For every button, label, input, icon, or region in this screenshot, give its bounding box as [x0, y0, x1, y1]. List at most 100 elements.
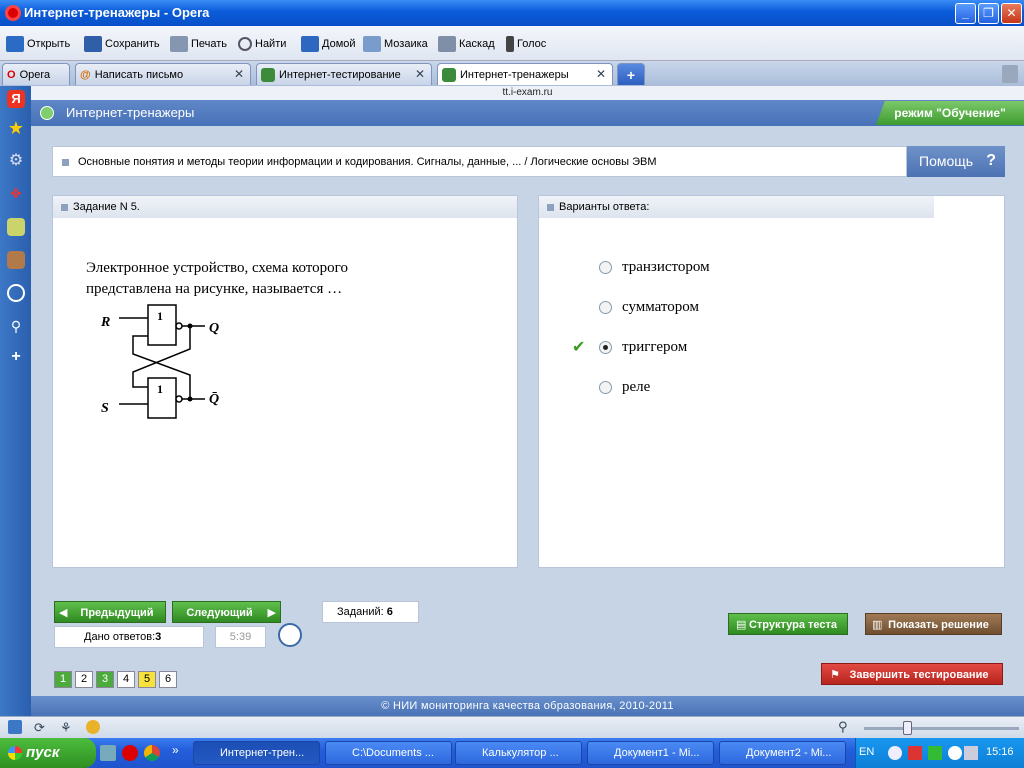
chevron-right-icon[interactable]: »	[172, 743, 179, 757]
search-icon[interactable]: ⚲	[7, 317, 25, 335]
topic-text: Основные понятия и методы теории информа…	[78, 156, 657, 168]
page-icon	[261, 67, 275, 82]
answer-option-4[interactable]: реле	[599, 377, 650, 397]
radio-button[interactable]	[599, 380, 612, 394]
unite-icon[interactable]: ⚘	[60, 720, 72, 736]
find-button[interactable]: Найти	[238, 34, 286, 54]
page-button-1[interactable]: 1	[54, 671, 72, 688]
globe-icon	[40, 106, 54, 120]
network-icon[interactable]	[964, 746, 978, 760]
maximize-button[interactable]: ❐	[978, 3, 999, 24]
bullet-icon	[62, 159, 69, 166]
page-button-4[interactable]: 4	[117, 671, 135, 688]
language-indicator[interactable]: EN	[859, 746, 874, 758]
question-panel: Задание N 5. Электронное устройство, схе…	[52, 195, 518, 568]
task-document1[interactable]: Документ1 - Mi...	[587, 741, 714, 765]
minimize-button[interactable]: _	[955, 3, 976, 24]
page-button-5[interactable]: 5	[138, 671, 156, 688]
disk-icon	[84, 36, 102, 52]
notes-icon[interactable]	[7, 218, 25, 236]
zoom-icon: ⚲	[838, 719, 848, 734]
home-button[interactable]: Домой	[301, 34, 356, 54]
page-button-3[interactable]: 3	[96, 671, 114, 688]
radio-button[interactable]	[599, 260, 612, 274]
help-button[interactable]: Помощь ?	[907, 146, 1005, 177]
open-button[interactable]: Открыть	[6, 34, 70, 54]
tray-icon[interactable]	[948, 746, 962, 760]
clock-time: 15:16	[986, 746, 1014, 758]
diagram-label-r: R	[100, 315, 110, 330]
close-tab-icon[interactable]: ✕	[234, 67, 244, 81]
tab-write-mail[interactable]: @ Написать письмо ✕	[75, 63, 251, 85]
page-button-6[interactable]: 6	[159, 671, 177, 688]
page-icon	[442, 67, 456, 82]
app-title: Интернет-тренажеры	[66, 105, 195, 120]
diagram-label-q: Q	[209, 321, 219, 336]
chrome-quicklaunch-icon[interactable]	[144, 745, 160, 761]
answer-option-2[interactable]: сумматором	[599, 297, 699, 317]
task-calculator[interactable]: Калькулятор ...	[455, 741, 582, 765]
test-structure-button[interactable]: ▤ Структура теста	[728, 613, 848, 635]
download-icon[interactable]	[928, 746, 942, 760]
history-icon[interactable]	[7, 284, 25, 302]
radio-button[interactable]	[599, 300, 612, 314]
mail-icon: @	[80, 68, 91, 81]
opera-quicklaunch-icon[interactable]	[122, 745, 138, 761]
previous-button[interactable]: ◀ Предыдущий	[54, 601, 166, 623]
zoom-slider-handle[interactable]	[903, 721, 912, 735]
close-tab-icon[interactable]: ✕	[596, 67, 606, 81]
trash-icon[interactable]	[1002, 65, 1018, 83]
tab-bar: O Opera @ Написать письмо ✕ Интернет-тестир…	[0, 61, 1024, 86]
zoom-slider-track[interactable]	[864, 727, 1019, 730]
cascade-icon	[438, 36, 456, 52]
book-icon: ▥	[872, 619, 883, 631]
arrow-right-icon: ▶	[267, 607, 276, 619]
next-button[interactable]: Следующий ▶	[172, 601, 281, 623]
arrow-left-icon: ◀	[59, 607, 68, 619]
windows-logo-icon	[8, 746, 22, 760]
tab-internet-testing[interactable]: Интернет-тестирование ✕	[256, 63, 432, 85]
voice-button[interactable]: Голос	[506, 34, 546, 54]
mosaic-button[interactable]: Мозаика	[363, 34, 428, 54]
mode-badge: режим "Обучение"	[876, 101, 1024, 125]
tray-icon[interactable]	[908, 746, 922, 760]
address-bar[interactable]: tt.i-exam.ru	[31, 86, 1024, 100]
page-button-2[interactable]: 2	[75, 671, 93, 688]
start-button[interactable]: пуск	[0, 738, 96, 768]
transfers-icon[interactable]	[7, 251, 25, 269]
gear-icon[interactable]: ⚙	[7, 152, 25, 170]
add-panel-icon[interactable]: +	[7, 348, 25, 366]
task-opera[interactable]: Интернет-трен...	[193, 741, 320, 765]
turbo-icon[interactable]	[86, 720, 100, 734]
close-tab-icon[interactable]: ✕	[415, 67, 425, 81]
save-button[interactable]: Сохранить	[84, 34, 160, 54]
tab-internet-trainers[interactable]: Интернет-тренажеры ✕	[437, 63, 613, 85]
star-icon[interactable]: ★	[7, 119, 25, 137]
panel-toggle-icon[interactable]	[8, 720, 22, 734]
list-icon: ▤	[736, 619, 747, 631]
radio-button-selected[interactable]	[599, 340, 612, 354]
browser-toolbar: Открыть Сохранить Печать Найти Домой Моз…	[0, 26, 1024, 61]
answer-option-3[interactable]: триггером	[599, 337, 687, 357]
microphone-icon	[506, 36, 514, 52]
reload-icon[interactable]: ⟳	[34, 720, 45, 736]
task-document2[interactable]: Документ2 - Mi...	[719, 741, 846, 765]
browser-statusbar: ⟳ ⚘ ⚲	[0, 716, 1024, 738]
yandex-icon[interactable]: Я	[7, 90, 25, 108]
show-desktop-icon[interactable]	[100, 745, 116, 761]
close-window-button[interactable]: ✕	[1001, 3, 1022, 24]
cascade-button[interactable]: Каскад	[438, 34, 495, 54]
window-titlebar[interactable]: Интернет-тренажеры - Opera _ ❐ ✕	[0, 0, 1024, 26]
finish-test-button[interactable]: ⚑ Завершить тестирование	[821, 663, 1003, 685]
opera-menu-button[interactable]: O Opera	[2, 63, 70, 85]
print-button[interactable]: Печать	[170, 34, 227, 54]
home-icon	[301, 36, 319, 52]
diagram-label-q-bar: Q̄	[209, 392, 219, 407]
task-explorer[interactable]: C:\Documents ...	[325, 741, 452, 765]
widget-icon[interactable]: ✤	[7, 185, 25, 203]
show-solution-button[interactable]: ▥ Показать решение	[865, 613, 1002, 635]
new-tab-button[interactable]: +	[617, 63, 645, 85]
tray-icon[interactable]	[888, 746, 902, 760]
answer-option-1[interactable]: транзистором	[599, 257, 710, 277]
tasks-count-box: Заданий: 6	[322, 601, 419, 623]
